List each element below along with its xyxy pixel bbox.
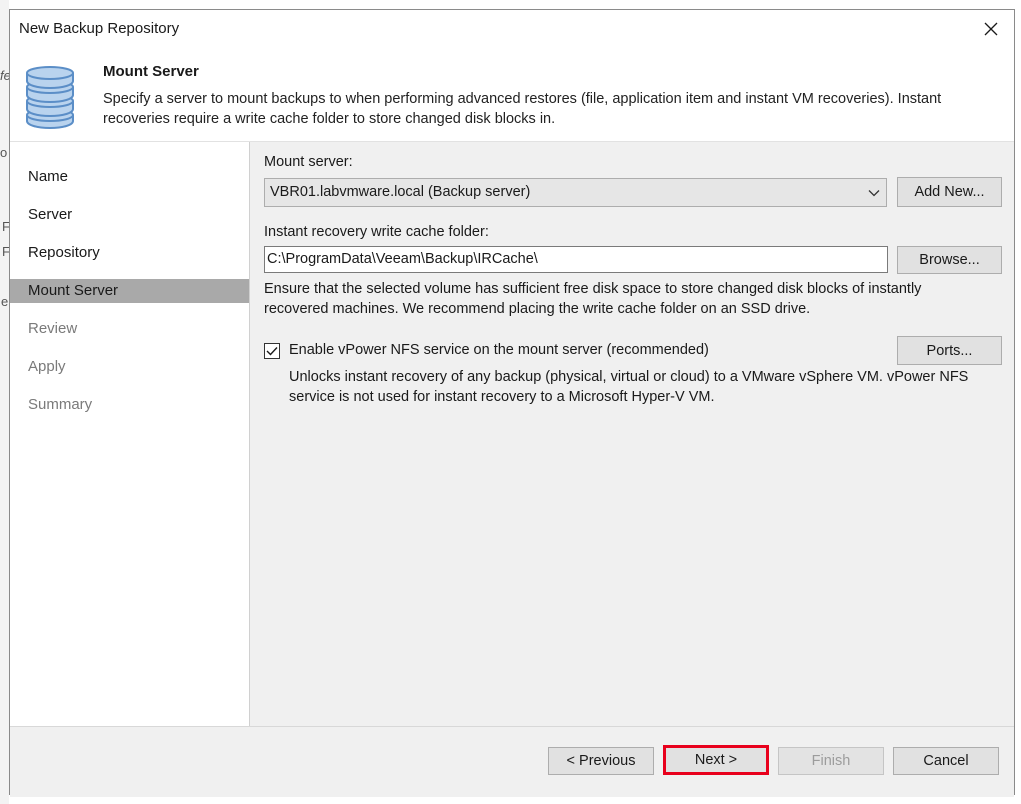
nav-item-name[interactable]: Name [10,165,249,189]
nav-item-repository[interactable]: Repository [10,241,249,265]
nfs-checkbox[interactable] [264,343,280,359]
ports-button[interactable]: Ports... [897,336,1002,365]
nav-item-apply: Apply [28,358,66,375]
previous-button[interactable]: < Previous [548,747,654,775]
checkmark-icon [266,347,278,356]
nav-item-summary: Summary [28,396,93,413]
close-icon [984,22,998,36]
new-backup-repository-dialog: New Backup Repository Mount Server Speci… [9,9,1015,797]
mount-server-panel: Mount server: VBR01.labvmware.local (Bac… [250,142,1014,726]
chevron-down-icon [868,179,880,206]
nav-item-review: Review [28,320,78,337]
background-window-left [0,0,9,804]
background-text: e [1,294,9,309]
add-new-button[interactable]: Add New... [897,177,1002,207]
mount-server-value: VBR01.labvmware.local (Backup server) [270,184,531,200]
database-icon [26,66,74,129]
nav-item-server[interactable]: Server [10,203,249,227]
background-window-right [1016,0,1021,804]
nfs-note: Unlocks instant recovery of any backup (… [289,369,969,405]
dialog-title: New Backup Repository [19,20,180,37]
wizard-header: Mount Server Specify a server to mount b… [10,48,1014,142]
cache-folder-note: Ensure that the selected volume has suff… [264,281,922,317]
step-description: Specify a server to mount backups to whe… [103,91,942,127]
mount-server-label: Mount server: [264,154,353,170]
browse-button[interactable]: Browse... [897,246,1002,274]
background-text: o [0,145,8,160]
next-button[interactable]: Next > [663,745,769,775]
cancel-button[interactable]: Cancel [893,747,999,775]
finish-button: Finish [778,747,884,775]
close-button[interactable] [968,10,1014,48]
mount-server-dropdown[interactable]: VBR01.labvmware.local (Backup server) [264,178,887,207]
title-bar: New Backup Repository [10,10,1014,48]
wizard-steps-nav: Name Server Repository Mount Server Revi… [10,142,250,726]
nav-item-mount-server[interactable]: Mount Server [10,279,249,303]
cache-folder-input[interactable]: C:\ProgramData\Veeam\Backup\IRCache\ [264,246,888,273]
step-title: Mount Server [103,63,199,80]
cache-folder-label: Instant recovery write cache folder: [264,224,489,240]
nfs-checkbox-label[interactable]: Enable vPower NFS service on the mount s… [289,342,709,358]
